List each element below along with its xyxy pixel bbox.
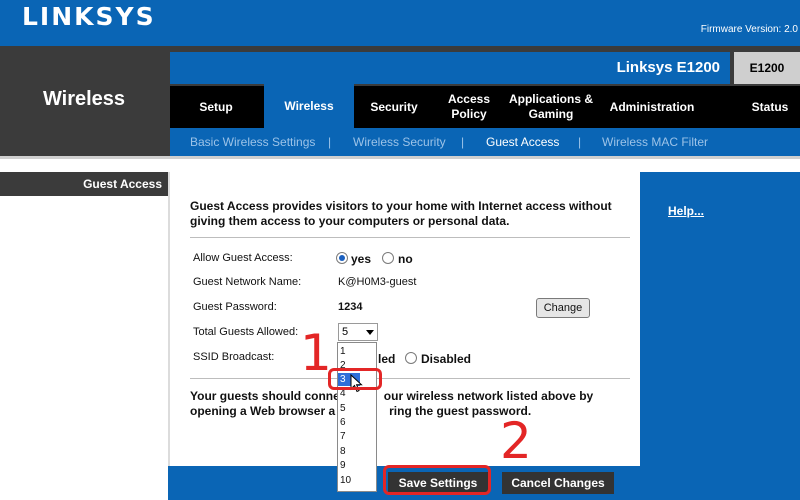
- subnav-guest-access[interactable]: Guest Access: [486, 135, 559, 149]
- tab-applications-gaming[interactable]: Applications & Gaming: [506, 86, 596, 128]
- subnav-separator: |: [461, 135, 465, 149]
- tab-wireless[interactable]: Wireless: [264, 84, 354, 128]
- option-5[interactable]: 5: [340, 403, 346, 414]
- divider: [190, 237, 630, 238]
- linksys-logo: LINKSYS: [22, 2, 156, 31]
- guest-network-name-label: Guest Network Name:: [193, 276, 302, 288]
- option-1[interactable]: 1: [340, 346, 346, 357]
- ssid-broadcast-label: SSID Broadcast:: [193, 351, 275, 363]
- allow-guest-access-label: Allow Guest Access:: [193, 252, 293, 264]
- note-line1-right: our wireless network listed above by: [383, 389, 594, 403]
- chevron-down-icon: [366, 330, 374, 335]
- help-link[interactable]: Help...: [668, 204, 704, 218]
- top-header: LINKSYS Firmware Version: 2.0: [0, 0, 800, 46]
- step1-highlight-box: [328, 368, 382, 390]
- ssid-disabled-radio[interactable]: [405, 352, 417, 364]
- tab-status[interactable]: Status: [740, 86, 800, 128]
- option-10[interactable]: 10: [340, 475, 351, 486]
- model-name: Linksys E1200: [616, 59, 720, 76]
- left-panel: [0, 172, 168, 500]
- option-7[interactable]: 7: [340, 431, 346, 442]
- left-panel-header: Guest Access: [0, 172, 168, 196]
- allow-no-label: no: [398, 252, 413, 266]
- subnav-wireless-mac-filter[interactable]: Wireless MAC Filter: [602, 135, 708, 149]
- option-6[interactable]: 6: [340, 417, 346, 428]
- guest-password-value: 1234: [338, 301, 363, 313]
- subnav-basic-wireless[interactable]: Basic Wireless Settings: [190, 135, 315, 149]
- tab-security[interactable]: Security: [358, 86, 430, 128]
- allow-no-radio[interactable]: [382, 252, 394, 264]
- option-8[interactable]: 8: [340, 446, 346, 457]
- tab-setup[interactable]: Setup: [170, 86, 262, 128]
- guest-instructions-note: Your guests should conne our wireless net…: [190, 389, 630, 419]
- ssid-disabled-label: Disabled: [421, 352, 472, 366]
- firmware-version: Firmware Version: 2.0: [700, 24, 798, 35]
- model-code: E1200: [734, 52, 800, 84]
- note-line2-left: opening a Web browser a: [190, 404, 336, 418]
- option-9[interactable]: 9: [340, 460, 346, 471]
- change-password-button[interactable]: Change: [536, 298, 590, 318]
- total-guests-label: Total Guests Allowed:: [193, 326, 299, 338]
- subnav-separator: |: [578, 135, 582, 149]
- help-panel: [640, 172, 800, 500]
- step2-highlight-box: [383, 465, 491, 495]
- note-line1-left: Your guests should conne: [190, 389, 340, 403]
- step2-number: 2: [500, 412, 532, 470]
- section-title: Wireless: [42, 88, 126, 110]
- header-divider: [0, 156, 800, 159]
- allow-yes-radio[interactable]: [336, 252, 348, 264]
- main-nav: Setup Wireless Security Access Policy Ap…: [170, 84, 800, 128]
- cancel-changes-button[interactable]: Cancel Changes: [502, 472, 614, 494]
- ssid-enabled-label: led: [378, 352, 396, 366]
- subnav-separator: |: [328, 135, 332, 149]
- tab-administration[interactable]: Administration: [600, 86, 704, 128]
- step1-number: 1: [300, 324, 332, 382]
- tab-access-policy[interactable]: Access Policy: [434, 86, 504, 128]
- allow-yes-label: yes: [351, 252, 372, 266]
- intro-text: Guest Access provides visitors to your h…: [190, 199, 612, 228]
- guest-password-label: Guest Password:: [193, 301, 277, 313]
- sub-nav: Basic Wireless Settings | Wireless Secur…: [170, 128, 800, 156]
- total-guests-select[interactable]: 5: [338, 323, 378, 341]
- subnav-wireless-security[interactable]: Wireless Security: [353, 135, 446, 149]
- divider: [190, 378, 630, 379]
- guest-network-name-value: K@H0M3-guest: [338, 276, 417, 288]
- model-bar: Linksys E1200: [170, 52, 730, 84]
- total-guests-selected-value: 5: [342, 326, 349, 338]
